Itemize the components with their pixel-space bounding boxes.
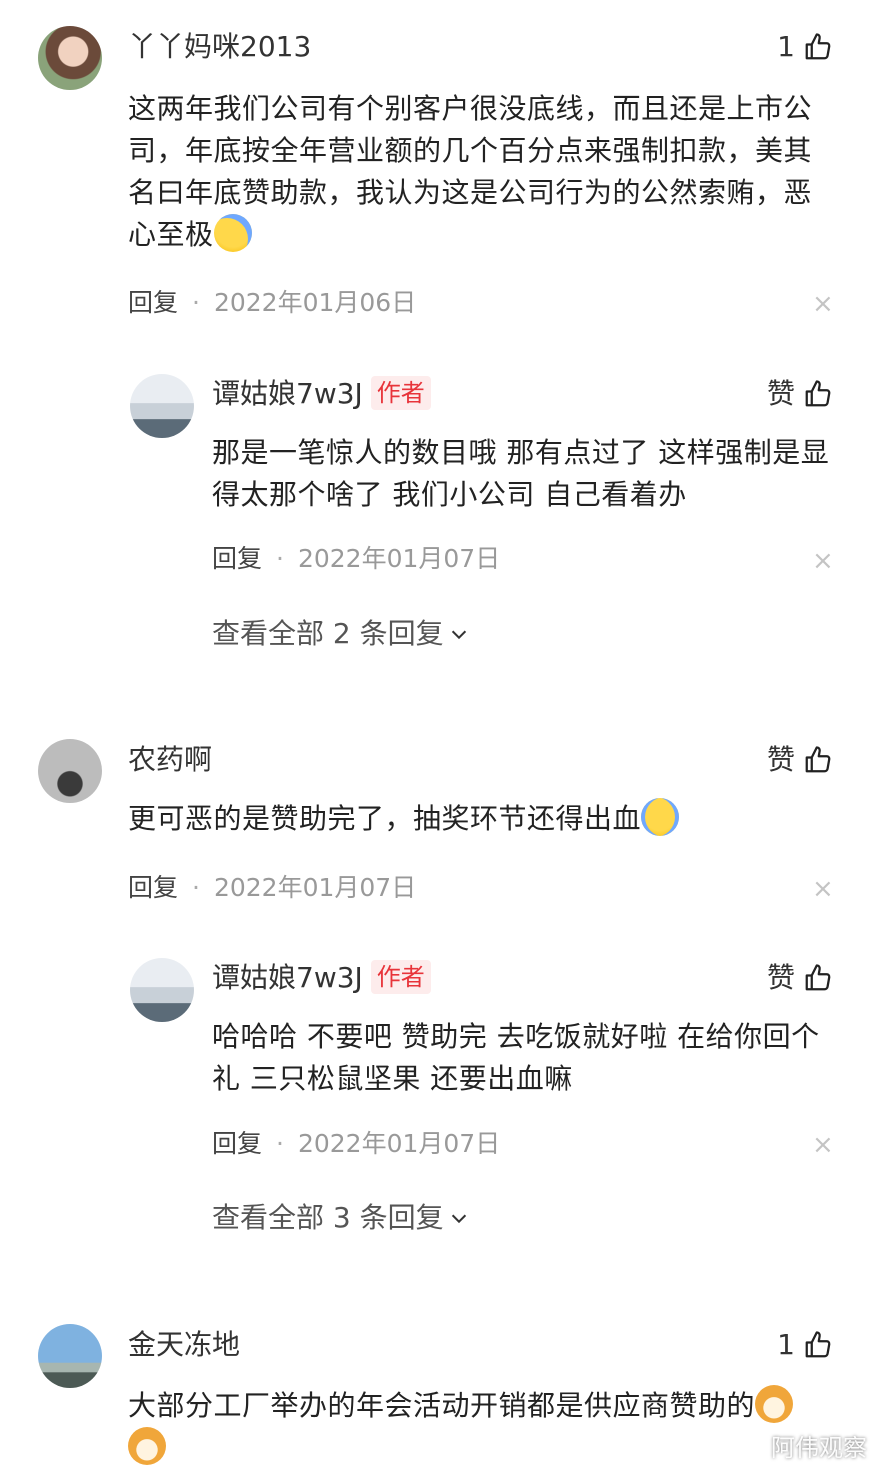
weary-face-icon (213, 214, 252, 252)
thumbs-up-icon (805, 1331, 831, 1358)
avatar[interactable] (38, 26, 102, 90)
author-badge: 作者 (370, 376, 431, 410)
comment-date: 2022年01月07日 (213, 873, 417, 902)
separator-dot: · (276, 1129, 284, 1158)
view-all-replies-label: 查看全部 3 条回复 (212, 1201, 444, 1234)
reply-author-name[interactable]: 谭姑娘7w3J 作者 (212, 376, 431, 412)
chevron-down-icon (451, 1214, 466, 1224)
thumbs-up-icon (805, 380, 831, 407)
like-label: 赞 (766, 961, 795, 994)
reply-button[interactable]: 回复 (128, 873, 178, 902)
dog-face-icon (755, 1385, 794, 1423)
thumbs-up-icon (805, 746, 831, 773)
like-label: 赞 (766, 377, 795, 410)
reply-author-name-text: 谭姑娘7w3J (212, 961, 363, 994)
reply-meta: 回复 · 2022年01月07日 (212, 543, 500, 575)
comment-meta: 回复 · 2022年01月06日 (128, 287, 416, 319)
view-all-replies-button[interactable]: 查看全部 3 条回复 (212, 1200, 470, 1236)
watermark: 阿伟观察 (771, 1434, 867, 1462)
thumbs-up-icon (805, 33, 831, 60)
reply-author-name-text: 谭姑娘7w3J (212, 377, 363, 410)
chevron-down-icon (451, 630, 466, 640)
like-count: 1 (777, 30, 795, 63)
view-all-replies-label: 查看全部 2 条回复 (212, 617, 444, 650)
comment-date: 2022年01月06日 (213, 288, 417, 317)
avatar[interactable] (38, 1324, 102, 1388)
comment-text: 这两年我们公司有个别客户很没底线，而且还是上市公司，年底按全年营业额的几个百分点… (128, 88, 836, 256)
separator-dot: · (192, 873, 200, 902)
like-button[interactable]: 赞 (767, 960, 833, 996)
thumbs-up-icon (805, 964, 831, 991)
crying-face-icon (641, 798, 680, 836)
comment-author-name[interactable]: 金天冻地 (128, 1327, 240, 1363)
like-button[interactable]: 赞 (767, 376, 833, 412)
dog-face-icon (128, 1427, 166, 1465)
comment-text: 更可恶的是赞助完了，抽奖环节还得出血 (128, 798, 836, 840)
separator-dot: · (276, 544, 284, 573)
comment-text-content: 大部分工厂举办的年会活动开销都是供应商赞助的 (128, 1389, 756, 1422)
reply-date: 2022年01月07日 (297, 1129, 501, 1158)
reply-button[interactable]: 回复 (128, 288, 178, 317)
close-icon[interactable]: × (812, 874, 834, 904)
comment-text-content: 更可恶的是赞助完了，抽奖环节还得出血 (128, 802, 642, 835)
close-icon[interactable]: × (812, 289, 834, 319)
avatar[interactable] (130, 958, 194, 1022)
avatar[interactable] (38, 739, 102, 803)
reply-author-name[interactable]: 谭姑娘7w3J 作者 (212, 960, 431, 996)
like-count: 1 (777, 1328, 795, 1361)
author-badge: 作者 (370, 960, 431, 994)
comment-text: 大部分工厂举办的年会活动开销都是供应商赞助的 (128, 1385, 836, 1469)
like-button[interactable]: 赞 (767, 742, 833, 778)
comment-author-name[interactable]: 农药啊 (128, 742, 212, 778)
like-label: 赞 (766, 743, 795, 776)
reply-button[interactable]: 回复 (212, 1129, 262, 1158)
reply-date: 2022年01月07日 (297, 544, 501, 573)
comment-author-name[interactable]: 丫丫妈咪2013 (128, 29, 311, 65)
separator-dot: · (192, 288, 200, 317)
reply-button[interactable]: 回复 (212, 544, 262, 573)
close-icon[interactable]: × (812, 1130, 834, 1160)
reply-text: 哈哈哈 不要吧 赞助完 去吃饭就好啦 在给你回个礼 三只松鼠坚果 还要出血嘛 (212, 1020, 820, 1095)
like-button[interactable]: 1 (777, 29, 833, 65)
close-icon[interactable]: × (812, 546, 834, 576)
comment-meta: 回复 · 2022年01月07日 (128, 872, 416, 904)
avatar[interactable] (130, 374, 194, 438)
reply-meta: 回复 · 2022年01月07日 (212, 1128, 500, 1160)
view-all-replies-button[interactable]: 查看全部 2 条回复 (212, 616, 470, 652)
reply-text: 那是一笔惊人的数目哦 那有点过了 这样强制是显得太那个啥了 我们小公司 自己看着… (212, 436, 830, 511)
like-button[interactable]: 1 (777, 1327, 833, 1363)
